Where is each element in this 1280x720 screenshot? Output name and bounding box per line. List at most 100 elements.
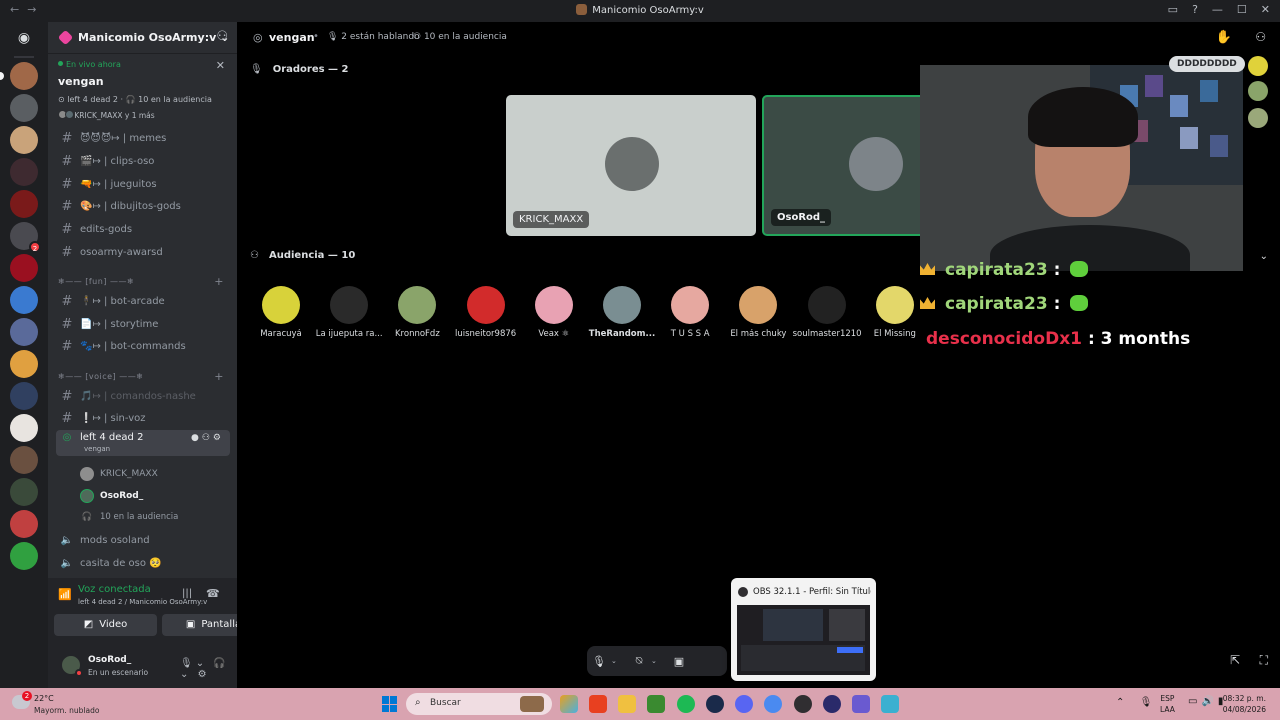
obs-preview[interactable]	[737, 605, 870, 675]
server-icon-4[interactable]	[10, 158, 38, 186]
close-icon[interactable]: ✕	[216, 59, 225, 72]
camera-off-icon[interactable]: ⍉	[627, 654, 651, 668]
signal-icon[interactable]: 📶	[58, 588, 72, 601]
server-icon-14[interactable]	[10, 478, 38, 506]
channel-dibujitos-gods[interactable]: # 🎨↦ | dibujitos-gods	[56, 196, 230, 216]
audience-member[interactable]: T U S S A	[656, 286, 724, 339]
server-icon-8[interactable]	[10, 286, 38, 314]
server-icon-10[interactable]	[10, 350, 38, 378]
channel-bot-commands[interactable]: # 🐾↦ | bot-commands	[56, 336, 230, 356]
audience-member[interactable]: KronnoFdz	[383, 286, 451, 339]
microphone-icon[interactable]: 🎙⌄	[180, 658, 207, 669]
voice-status[interactable]: Voz conectada	[78, 584, 151, 595]
live-stage-banner[interactable]: En vivo ahora ✕ vengan ⊙ left 4 dead 2 ·…	[48, 55, 237, 123]
audience-member[interactable]: Veax ⚛	[520, 286, 588, 339]
language-indicator[interactable]: ESP LAA	[1160, 693, 1175, 715]
avatar[interactable]	[60, 654, 83, 677]
channel-sin-voz[interactable]: # ❕↦ | sin-voz	[56, 408, 230, 428]
noise-suppression-icon[interactable]: |||	[182, 588, 192, 599]
discord-icon[interactable]	[735, 695, 753, 713]
add-channel-icon[interactable]: +	[214, 275, 224, 288]
obs-thumbnail-popup[interactable]: OBS 32.1.1 - Perfil: Sin Título	[731, 578, 876, 681]
server-icon-2[interactable]	[10, 94, 38, 122]
disconnect-icon[interactable]: ☎	[206, 587, 220, 600]
server-icon-3[interactable]	[10, 126, 38, 154]
audience-member[interactable]: TheRandom...	[588, 286, 656, 339]
voice-channel-mods-osoland[interactable]: 🔈 mods osoland	[56, 530, 230, 550]
system-tray[interactable]: ▭🔊▮	[1188, 696, 1227, 707]
fullscreen-icon[interactable]: ⛶	[1260, 653, 1268, 668]
voice-user[interactable]: OsoRod_	[80, 487, 143, 505]
popout-icon[interactable]: ⇱	[1230, 653, 1240, 667]
chevron-up-icon[interactable]: ⌃	[1116, 697, 1130, 708]
server-icon-12[interactable]	[10, 414, 38, 442]
server-icon-1[interactable]	[10, 62, 38, 90]
chat-icon[interactable]: ●	[191, 433, 202, 443]
server-icon-7[interactable]	[10, 254, 38, 282]
server-icon-16[interactable]	[10, 542, 38, 570]
chrome-icon[interactable]	[764, 695, 782, 713]
microphone-icon[interactable]: 🎙	[587, 655, 611, 668]
screen-share-icon[interactable]: ▣	[667, 655, 691, 668]
discord-home-icon[interactable]: ◉	[12, 30, 36, 48]
maximize-button[interactable]: ☐	[1237, 3, 1247, 16]
clock[interactable]: 08:32 p. m. 04/08/2026	[1223, 693, 1266, 715]
channel-storytime[interactable]: # 📄↦ | storytime	[56, 314, 230, 334]
close-button[interactable]: ✕	[1261, 3, 1270, 16]
voice-user[interactable]: KRICK_MAXX	[80, 465, 158, 483]
channel-edits-gods[interactable]: # edits-gods	[56, 219, 230, 239]
avatar[interactable]	[1248, 56, 1268, 76]
channel-clips-oso[interactable]: # 🎬↦ | clips-oso	[56, 151, 230, 171]
minecraft-icon[interactable]	[647, 695, 665, 713]
voice-location[interactable]: left 4 dead 2 / Manicomio OsoArmy:v	[78, 598, 207, 606]
channel-comandos-nashe[interactable]: # 🎵↦ | comandos-nashe	[56, 386, 230, 406]
server-icon-15[interactable]	[10, 510, 38, 538]
brave-icon[interactable]	[589, 695, 607, 713]
channel-jueguitos[interactable]: # 🔫↦ | jueguitos	[56, 174, 230, 194]
notepad-icon[interactable]	[881, 695, 899, 713]
inbox-icon[interactable]: ▭	[1168, 3, 1178, 16]
gear-icon[interactable]: ⚙	[198, 669, 210, 680]
voice-audience[interactable]: 🎧 10 en la audiencia	[80, 508, 179, 526]
spotify-icon[interactable]	[677, 695, 695, 713]
app-icon[interactable]	[852, 695, 870, 713]
avatar[interactable]	[1248, 108, 1268, 128]
audience-member[interactable]: luisneitor9876	[452, 286, 520, 339]
avatar[interactable]	[1248, 81, 1268, 101]
audience-member[interactable]: El más chuky	[724, 286, 792, 339]
start-button[interactable]	[382, 696, 398, 712]
video-button[interactable]: ◩ Video	[54, 614, 157, 636]
server-icon-11[interactable]	[10, 382, 38, 410]
audience-member[interactable]: soulmaster1210	[793, 286, 861, 339]
member-list-icon[interactable]: ⚇	[1255, 30, 1266, 44]
app-icon[interactable]	[823, 695, 841, 713]
channel-osoarmy-awarsd[interactable]: # osoarmy-awarsd	[56, 242, 230, 262]
server-icon-13[interactable]	[10, 446, 38, 474]
gear-icon[interactable]: ⚙	[213, 433, 224, 443]
channel-bot-arcade[interactable]: # 🕴↦ | bot-arcade	[56, 291, 230, 311]
chevron-down-icon[interactable]: ⌄	[1260, 251, 1268, 262]
raise-hand-icon[interactable]: ✋	[1216, 30, 1232, 45]
file-explorer-icon[interactable]	[618, 695, 636, 713]
chevron-down-icon[interactable]: ⌄	[611, 657, 621, 665]
stage-channel-left-4-dead-2[interactable]: ◎ left 4 dead 2 vengan ●⚇⚙	[56, 430, 230, 456]
add-channel-icon[interactable]: +	[214, 370, 224, 383]
username[interactable]: OsoRod_	[88, 655, 131, 665]
taskbar-search[interactable]: ⌕ Buscar	[406, 693, 552, 715]
steam-icon[interactable]	[706, 695, 724, 713]
obs-icon[interactable]	[794, 695, 812, 713]
help-icon[interactable]: ?	[1192, 3, 1198, 16]
server-icon-9[interactable]	[10, 318, 38, 346]
speaker-tile[interactable]: KRICK_MAXX	[506, 95, 756, 236]
server-icon-5[interactable]	[10, 190, 38, 218]
category-voice[interactable]: ❄—— [voice] ——❄ +	[58, 370, 228, 383]
invite-icon[interactable]: ⚇	[216, 29, 228, 44]
server-icon-6[interactable]: 2	[10, 222, 41, 253]
invite-icon[interactable]: ⚇	[202, 433, 213, 443]
microphone-icon[interactable]: 🎙	[1140, 697, 1159, 708]
audience-member[interactable]: La ijueputa ra...	[315, 286, 383, 339]
audience-member[interactable]: Maracuyá	[247, 286, 315, 339]
voice-channel-casita-de-oso[interactable]: 🔈 casita de oso 🥺	[56, 553, 230, 573]
audience-member[interactable]: El Missing	[861, 286, 929, 339]
channel-memes[interactable]: # 😈😈😈↦ | memes	[56, 128, 230, 148]
